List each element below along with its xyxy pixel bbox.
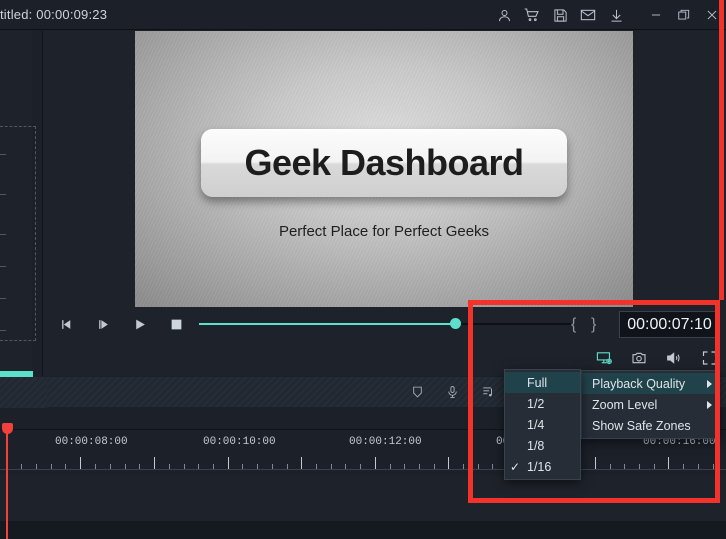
- submenu-item-half[interactable]: ✓ 1/2: [505, 393, 580, 414]
- video-preview[interactable]: Geek Dashboard Perfect Place for Perfect…: [135, 31, 633, 307]
- submenu-item-label: 1/8: [527, 438, 545, 453]
- media-library-panel: [0, 31, 36, 403]
- submenu-item-sixteenth[interactable]: ✓ 1/16: [505, 456, 580, 477]
- save-icon[interactable]: [546, 0, 574, 30]
- restore-button[interactable]: [670, 0, 698, 30]
- menu-item-label: Playback Quality: [592, 376, 686, 391]
- play-button[interactable]: [125, 307, 155, 341]
- status-bar: [0, 521, 726, 539]
- transport-controls: { } 00:00:07:10: [47, 307, 726, 341]
- account-icon[interactable]: [490, 0, 518, 30]
- submenu-item-full[interactable]: ✓ Full: [505, 372, 580, 393]
- video-editor-window: titled: 00:00:09:23 Geek Dashboard Perfe…: [0, 0, 726, 539]
- slide-title-text: Geek Dashboard: [244, 142, 524, 183]
- ruler-label: 00:00:08:00: [55, 436, 128, 448]
- menu-item-show-safe-zones[interactable]: Show Safe Zones: [582, 415, 719, 436]
- submenu-item-label: 1/2: [527, 396, 545, 411]
- timeline-tracks[interactable]: [0, 475, 726, 521]
- slide-subtitle-text: Perfect Place for Perfect Geeks: [278, 223, 490, 240]
- check-icon: ✓: [510, 459, 521, 474]
- slide-title-plate: Geek Dashboard: [201, 129, 567, 197]
- previous-frame-button[interactable]: [51, 307, 81, 341]
- project-title: titled: 00:00:09:23: [0, 7, 108, 22]
- marker-icon[interactable]: [404, 377, 430, 407]
- preview-player-panel: Geek Dashboard Perfect Place for Perfect…: [47, 31, 726, 376]
- mark-in-icon[interactable]: {: [571, 316, 576, 334]
- ruler-label: 00:00:12:00: [349, 436, 422, 448]
- mail-icon[interactable]: [574, 0, 602, 30]
- volume-icon[interactable]: [659, 343, 687, 373]
- menu-item-zoom-level[interactable]: Zoom Level: [582, 394, 719, 415]
- titlebar-icon-group: [490, 0, 726, 30]
- submenu-item-label: 1/16: [527, 459, 552, 474]
- playback-quality-submenu: ✓ Full ✓ 1/2 ✓ 1/4 ✓ 1/8 ✓ 1/16: [504, 369, 581, 480]
- playback-progress-filled[interactable]: [199, 323, 458, 325]
- display-settings-icon[interactable]: [590, 343, 618, 373]
- fullscreen-icon[interactable]: [695, 343, 723, 373]
- chevron-right-icon: [707, 400, 712, 409]
- menu-item-label: Zoom Level: [592, 397, 658, 412]
- playhead-line: [6, 423, 8, 539]
- ruler-baseline: [0, 469, 726, 470]
- submenu-item-label: 1/4: [527, 417, 545, 432]
- submenu-item-quarter[interactable]: ✓ 1/4: [505, 414, 580, 435]
- playback-progress-handle[interactable]: [450, 318, 461, 329]
- title-bar: titled: 00:00:09:23: [0, 0, 726, 30]
- panel-tick-marks: [0, 126, 8, 341]
- chevron-right-icon: [707, 379, 712, 388]
- stop-button[interactable]: [161, 307, 191, 341]
- menu-item-playback-quality[interactable]: Playback Quality: [582, 373, 719, 394]
- timecode-display[interactable]: 00:00:07:10: [619, 311, 720, 338]
- audio-mixer-icon[interactable]: [475, 377, 501, 407]
- playhead-handle[interactable]: [2, 423, 13, 434]
- submenu-item-label: Full: [527, 375, 548, 390]
- cart-icon[interactable]: [518, 0, 546, 30]
- mark-out-icon[interactable]: }: [591, 316, 596, 334]
- menu-item-label: Show Safe Zones: [592, 418, 691, 433]
- minimize-button[interactable]: [642, 0, 670, 30]
- playback-progress-remainder[interactable]: [461, 323, 571, 325]
- player-tool-row: [47, 343, 726, 373]
- annotation-edge-line: [719, 0, 724, 300]
- preview-context-menu: Playback Quality Zoom Level Show Safe Zo…: [581, 370, 720, 439]
- submenu-item-eighth[interactable]: ✓ 1/8: [505, 435, 580, 456]
- ruler-label: 00:00:10:00: [203, 436, 276, 448]
- download-icon[interactable]: [602, 0, 630, 30]
- next-frame-button[interactable]: [88, 307, 118, 341]
- snapshot-icon[interactable]: [625, 343, 653, 373]
- microphone-icon[interactable]: [439, 377, 465, 407]
